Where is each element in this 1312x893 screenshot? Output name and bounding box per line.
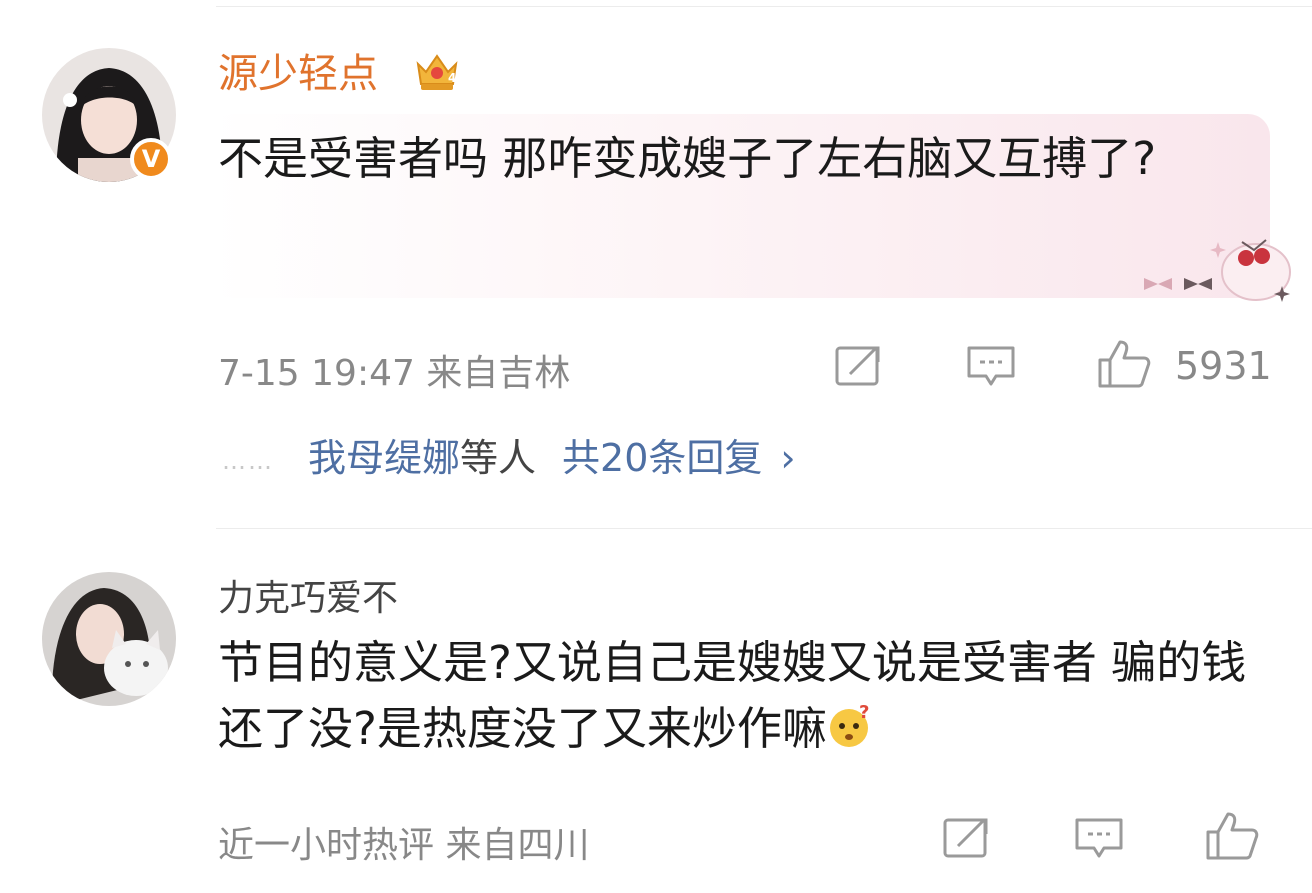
comment-meta: 7-15 19:47 来自吉林 <box>218 353 571 394</box>
reply-total[interactable]: 共20条回复 <box>562 436 762 480</box>
comment-username[interactable]: 力克巧爱不 <box>218 575 398 623</box>
user-avatar[interactable] <box>42 572 176 706</box>
reply-dots: …… <box>222 446 274 475</box>
reply-user-name[interactable]: 我母缇娜 <box>308 436 460 480</box>
comment-icon[interactable] <box>966 344 1016 390</box>
comment-divider <box>216 528 1312 529</box>
comment-meta: 近一小时热评 来自四川 <box>218 825 590 866</box>
reply-suffix: 等人 <box>460 436 537 480</box>
comment-text: 不是受害者吗 那咋变成嫂子了左右脑又互搏了? <box>218 132 1157 185</box>
comment-icon[interactable] <box>1074 816 1124 862</box>
crown-level-icon: 4 <box>416 54 458 90</box>
svg-text:4: 4 <box>448 71 456 85</box>
like-count: 5931 <box>1175 344 1272 388</box>
comment-text-body: 节目的意义是?又说自己是嫂嫂又说是受害者 骗的钱还了没?是热度没了又来炒作嘛 <box>218 636 1247 755</box>
like-icon[interactable] <box>1204 810 1260 862</box>
comment-text: 节目的意义是?又说自己是嫂嫂又说是受害者 骗的钱还了没?是热度没了又来炒作嘛 ? <box>218 630 1258 762</box>
svg-text:?: ? <box>859 702 869 723</box>
verified-badge-icon: V <box>130 138 172 180</box>
top-divider <box>216 6 1312 7</box>
share-icon[interactable] <box>942 816 992 860</box>
bow-cake-decoration-icon <box>1144 239 1291 302</box>
view-replies-link[interactable]: …… 我母缇娜等人 共20条回复 › <box>222 434 796 485</box>
chevron-right-icon[interactable]: › <box>780 436 795 480</box>
share-icon[interactable] <box>834 344 884 388</box>
like-icon[interactable] <box>1096 338 1152 390</box>
thinking-emoji-icon: ? <box>829 702 869 747</box>
comment-username[interactable]: 源少轻点 <box>218 50 378 98</box>
